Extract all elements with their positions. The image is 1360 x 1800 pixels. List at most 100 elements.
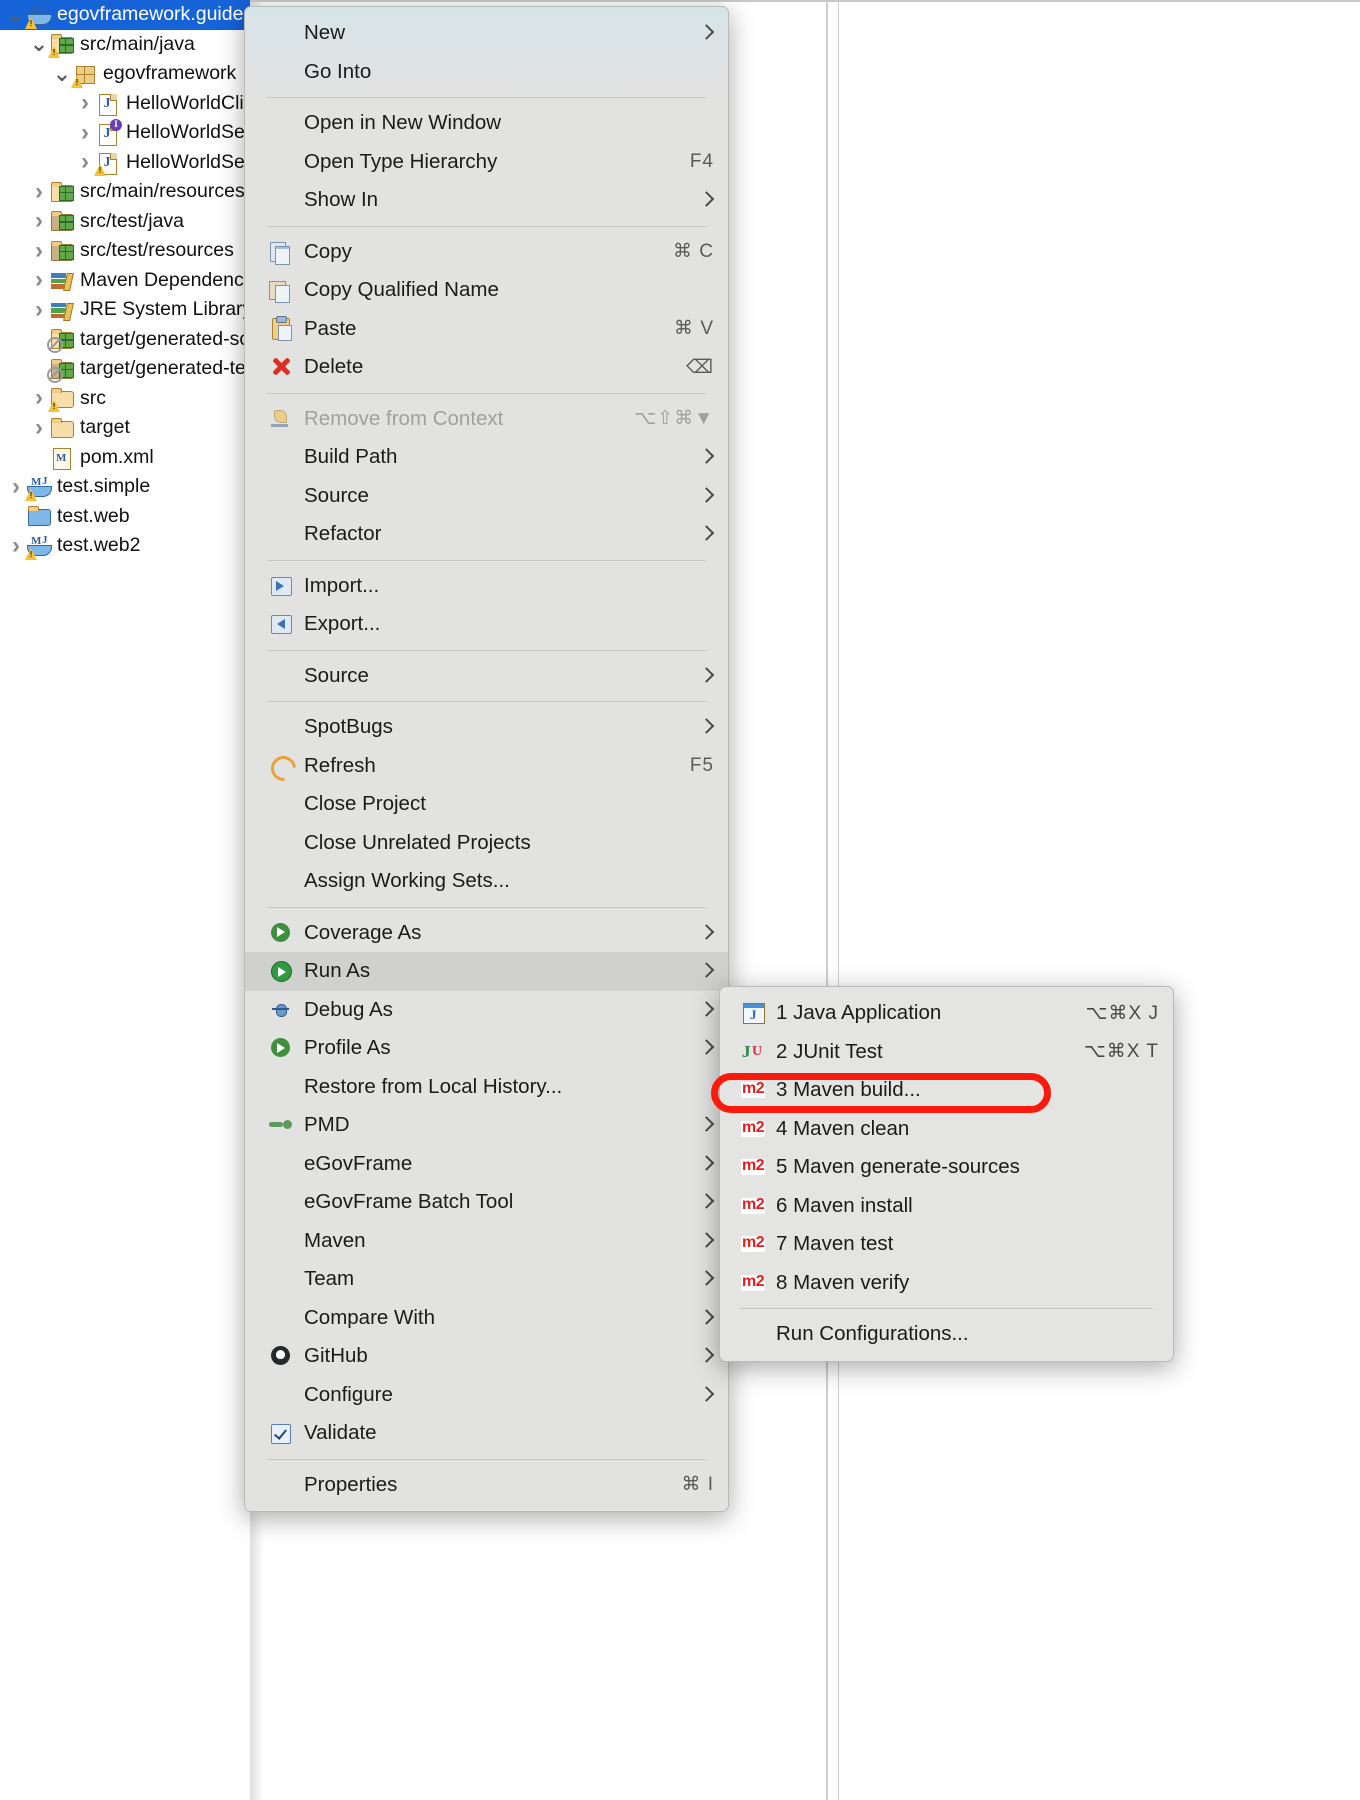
context-menu-item[interactable]: Restore from Local History... (245, 1068, 728, 1107)
chevron-right-icon[interactable]: › (29, 269, 49, 291)
menu-separator (267, 393, 706, 394)
chevron-right-icon[interactable]: › (6, 535, 26, 557)
tree-row[interactable]: ›Maven Dependencies (0, 266, 250, 296)
tree-row[interactable]: ›src (0, 384, 250, 414)
context-menu-item[interactable]: PMD (245, 1106, 728, 1145)
chevron-right-icon[interactable]: › (29, 417, 49, 439)
chevron-right-icon[interactable]: › (29, 210, 49, 232)
context-menu-item-shortcut: ⌘ I (681, 1473, 714, 1496)
context-menu-item[interactable]: Properties⌘ I (245, 1466, 728, 1505)
tree-row[interactable]: ›MJtest.web2 (0, 531, 250, 561)
package-explorer-tree[interactable]: ⌄MJegovframework.guide⌄src/main/java⌄ego… (0, 0, 250, 1800)
chevron-right-icon[interactable]: › (6, 476, 26, 498)
context-menu-item: Remove from Context⌥⇧⌘▼ (245, 400, 728, 439)
chevron-down-icon[interactable]: ⌄ (6, 8, 26, 22)
tree-row-label: HelloWorldServiceImpl.java (126, 151, 250, 174)
tree-row[interactable]: ›src/test/resources (0, 236, 250, 266)
chevron-right-icon[interactable]: › (75, 151, 95, 173)
tree-row[interactable]: test.web (0, 502, 250, 532)
context-menu-item[interactable]: RefreshF5 (245, 747, 728, 786)
context-menu-item[interactable]: SpotBugs (245, 708, 728, 747)
context-menu-item[interactable]: Profile As (245, 1029, 728, 1068)
run-as-submenu-item-label: 1 Java Application (776, 1001, 1070, 1025)
chevron-down-icon[interactable]: ⌄ (52, 67, 72, 81)
tree-row[interactable]: ›src/test/java (0, 207, 250, 237)
context-menu-item[interactable]: Paste⌘ V (245, 310, 728, 349)
context-menu-item[interactable]: Source (245, 657, 728, 696)
tree-row[interactable]: ›target (0, 413, 250, 443)
run-as-submenu-item[interactable]: 5 Maven generate-sources (720, 1148, 1173, 1187)
context-menu-item-label: Delete (304, 355, 668, 379)
menu-icon-placeholder (269, 150, 293, 174)
context-menu-item[interactable]: Source (245, 477, 728, 516)
github-icon (269, 1344, 293, 1368)
java-interface-file-icon (95, 121, 121, 145)
run-as-submenu[interactable]: 1 Java Application⌥⌘X JJU2 JUnit Test⌥⌘X… (719, 986, 1174, 1362)
tree-row[interactable]: target/generated-sources (0, 325, 250, 355)
profile-icon (269, 1036, 293, 1060)
run-as-submenu-item[interactable]: 8 Maven verify (720, 1264, 1173, 1303)
context-menu-item[interactable]: Open in New Window (245, 104, 728, 143)
context-menu-item[interactable]: Open Type HierarchyF4 (245, 143, 728, 182)
library-icon (49, 268, 75, 292)
tree-row[interactable]: › HelloWorldServiceImpl.java (0, 148, 250, 178)
maven-pom-file-icon (49, 445, 75, 469)
run-as-submenu-item[interactable]: 3 Maven build... (720, 1071, 1173, 1110)
menu-icon-placeholder (269, 445, 293, 469)
context-menu-item[interactable]: Run As (245, 952, 728, 991)
context-menu-item[interactable]: Maven (245, 1222, 728, 1261)
chevron-right-icon[interactable]: › (75, 92, 95, 114)
context-menu-item[interactable]: Validate (245, 1414, 728, 1453)
tree-row[interactable]: ⌄egovframework (0, 59, 250, 89)
context-menu-item[interactable]: Configure (245, 1376, 728, 1415)
context-menu-item[interactable]: eGovFrame Batch Tool (245, 1183, 728, 1222)
context-menu-item[interactable]: Export... (245, 605, 728, 644)
tree-row[interactable]: pom.xml (0, 443, 250, 473)
menu-separator (267, 650, 706, 651)
paste-icon (269, 317, 293, 341)
tree-row[interactable]: ›HelloWorldClient.java (0, 89, 250, 119)
context-menu-item[interactable]: Delete⌫ (245, 348, 728, 387)
context-menu-item[interactable]: Copy Qualified Name (245, 271, 728, 310)
maven-m2-icon (740, 1117, 766, 1141)
tree-row[interactable]: target/generated-test-sources (0, 354, 250, 384)
context-menu-item[interactable]: Go Into (245, 53, 728, 92)
context-menu-item[interactable]: Compare With (245, 1299, 728, 1338)
tree-row[interactable]: ›MJtest.simple (0, 472, 250, 502)
tree-row[interactable]: ›HelloWorldService.java (0, 118, 250, 148)
run-as-submenu-item[interactable]: JU2 JUnit Test⌥⌘X T (720, 1033, 1173, 1072)
run-as-submenu-item[interactable]: 6 Maven install (720, 1187, 1173, 1226)
editor-pane-right (828, 0, 1360, 1800)
import-icon (269, 574, 293, 598)
tree-row[interactable]: ›src/main/resources (0, 177, 250, 207)
tree-row[interactable]: ⌄src/main/java (0, 30, 250, 60)
tree-row[interactable]: ›JRE System Library (0, 295, 250, 325)
chevron-right-icon[interactable]: › (29, 240, 49, 262)
context-menu-item[interactable]: Build Path (245, 438, 728, 477)
context-menu-item[interactable]: New (245, 14, 728, 53)
context-menu-item[interactable]: Show In (245, 181, 728, 220)
context-menu-item[interactable]: Refactor (245, 515, 728, 554)
run-as-submenu-item[interactable]: Run Configurations... (720, 1315, 1173, 1354)
tree-row[interactable]: ⌄MJegovframework.guide (0, 0, 250, 30)
run-as-submenu-item[interactable]: 1 Java Application⌥⌘X J (720, 994, 1173, 1033)
context-menu-item[interactable]: Import... (245, 567, 728, 606)
copy-icon (269, 240, 293, 264)
context-menu-item[interactable]: Coverage As (245, 914, 728, 953)
chevron-down-icon[interactable]: ⌄ (29, 37, 49, 51)
run-as-submenu-item[interactable]: 4 Maven clean (720, 1110, 1173, 1149)
context-menu-item[interactable]: Assign Working Sets... (245, 862, 728, 901)
chevron-right-icon[interactable]: › (29, 299, 49, 321)
chevron-right-icon[interactable]: › (29, 387, 49, 409)
context-menu-item[interactable]: GitHub (245, 1337, 728, 1376)
chevron-right-icon[interactable]: › (29, 181, 49, 203)
chevron-right-icon[interactable]: › (75, 122, 95, 144)
context-menu-item[interactable]: Debug As (245, 991, 728, 1030)
context-menu-item[interactable]: Team (245, 1260, 728, 1299)
context-menu-item[interactable]: eGovFrame (245, 1145, 728, 1184)
context-menu-item[interactable]: Close Project (245, 785, 728, 824)
context-menu-item[interactable]: Close Unrelated Projects (245, 824, 728, 863)
run-as-submenu-item[interactable]: 7 Maven test (720, 1225, 1173, 1264)
project-context-menu[interactable]: NewGo Into Open in New WindowOpen Type Hi… (244, 6, 729, 1512)
context-menu-item[interactable]: Copy⌘ C (245, 233, 728, 272)
